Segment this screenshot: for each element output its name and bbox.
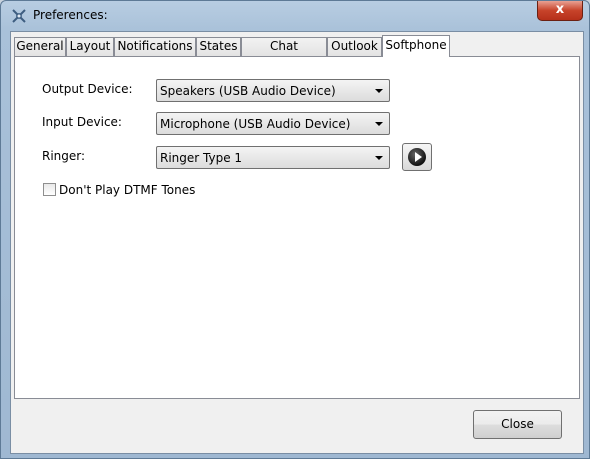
- output-device-value: Speakers (USB Audio Device): [160, 84, 336, 98]
- ringer-value: Ringer Type 1: [160, 151, 243, 165]
- softphone-panel: Output Device: Speakers (USB Audio Devic…: [14, 56, 580, 399]
- input-device-label: Input Device:: [42, 115, 122, 129]
- output-device-label: Output Device:: [42, 82, 133, 96]
- app-icon: [12, 9, 26, 23]
- chevron-down-icon: [375, 89, 383, 93]
- ringer-label: Ringer:: [42, 149, 86, 163]
- close-button[interactable]: Close: [473, 410, 562, 439]
- ringer-select[interactable]: Ringer Type 1: [156, 146, 390, 169]
- play-ringer-button[interactable]: [402, 143, 432, 171]
- output-device-select[interactable]: Speakers (USB Audio Device): [156, 79, 390, 102]
- tab-general[interactable]: General: [14, 37, 66, 56]
- dtmf-checkbox[interactable]: [43, 183, 56, 196]
- preferences-window: Preferences: x General Layout Notificati…: [0, 0, 590, 459]
- tab-notifications[interactable]: Notifications: [114, 37, 196, 56]
- input-device-select[interactable]: Microphone (USB Audio Device): [156, 112, 390, 135]
- tab-states[interactable]: States: [196, 37, 241, 56]
- window-title: Preferences:: [33, 8, 108, 22]
- dtmf-label[interactable]: Don't Play DTMF Tones: [59, 183, 195, 197]
- chevron-down-icon: [375, 156, 383, 160]
- play-triangle: [415, 152, 422, 162]
- tab-layout[interactable]: Layout: [66, 37, 114, 56]
- window-close-button[interactable]: x: [537, 1, 583, 21]
- tab-chat-settings[interactable]: Chat Settings:: [241, 37, 327, 70]
- tab-softphone[interactable]: Softphone: [382, 35, 450, 57]
- input-device-value: Microphone (USB Audio Device): [160, 117, 351, 131]
- tab-outlook[interactable]: Outlook: [327, 37, 382, 56]
- dialog-client-area: General Layout Notifications States Chat…: [10, 31, 584, 454]
- chevron-down-icon: [375, 122, 383, 126]
- title-bar[interactable]: Preferences: x: [1, 1, 589, 31]
